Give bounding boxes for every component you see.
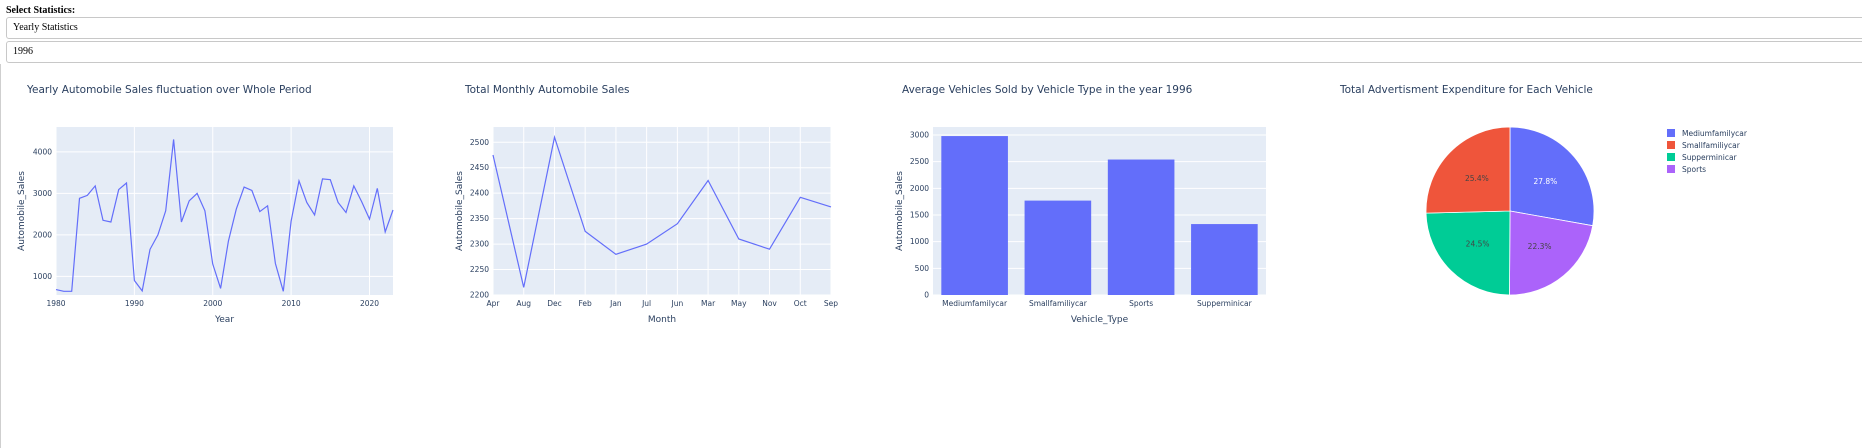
y-tick-label: 2000 <box>910 184 929 193</box>
y-axis-label: Automobile_Sales <box>455 171 465 251</box>
legend-swatch <box>1667 165 1675 173</box>
pie-slice <box>1425 210 1511 296</box>
x-tick-label: Mediumfamilycar <box>942 299 1008 308</box>
x-tick-label: Oct <box>794 299 807 308</box>
monthly-sales-panel: Total Monthly Automobile Sales Apr Aug Dec… <box>436 64 856 364</box>
x-tick-label: 2000 <box>203 299 222 308</box>
x-tick-label: Jan <box>609 299 622 308</box>
x-tick-label: 1980 <box>46 299 65 308</box>
year-dropdown[interactable]: 1996 <box>6 41 1862 63</box>
x-tick-label: 2010 <box>282 299 301 308</box>
x-tick-label: Apr <box>487 299 501 308</box>
y-tick-label: 2400 <box>470 189 489 198</box>
legend-swatch <box>1667 153 1675 161</box>
x-axis-label: Vehicle_Type <box>1071 315 1129 325</box>
y-tick-label: 3000 <box>910 131 929 140</box>
legend-swatch <box>1667 141 1675 149</box>
chart-title: Yearly Automobile Sales fluctuation over… <box>27 84 312 96</box>
statistic-type-dropdown[interactable]: Yearly Statistics <box>6 17 1862 39</box>
chart-title: Total Monthly Automobile Sales <box>465 84 630 96</box>
y-tick-label: 1000 <box>910 237 929 246</box>
legend-label: Sports <box>1682 165 1706 174</box>
y-tick-label: 2500 <box>910 157 929 166</box>
y-tick-label: 2500 <box>470 138 489 147</box>
y-tick-label: 2350 <box>470 214 489 223</box>
x-tick-label: Sep <box>824 299 838 308</box>
pie-slice <box>1509 210 1594 296</box>
x-tick-label: Jul <box>641 299 651 308</box>
x-tick-label: Dec <box>547 299 562 308</box>
yearly-sales-chart: 1980 1990 2000 2010 2020 1000 2000 3000 4000 Auto… <box>17 127 394 325</box>
x-tick-label: Smallfamiliycar <box>1029 299 1088 308</box>
y-tick-label: 0 <box>924 291 929 300</box>
legend-swatch <box>1667 129 1675 137</box>
y-tick-label: 1500 <box>910 211 929 220</box>
y-tick-label: 500 <box>915 264 930 273</box>
vehicle-type-panel: Average Vehicles Sold by Vehicle Type in… <box>872 64 1292 364</box>
x-tick-label: Nov <box>762 299 777 308</box>
legend-label: Supperminicar <box>1682 153 1738 162</box>
x-tick-label: May <box>731 299 747 308</box>
y-axis-label: Automobile_Sales <box>17 171 27 251</box>
x-tick-label: Feb <box>579 299 593 308</box>
y-tick-label: 2300 <box>470 240 489 249</box>
bar <box>1024 200 1092 295</box>
y-tick-label: 2450 <box>470 163 489 172</box>
y-tick-label: 2250 <box>470 265 489 274</box>
vehicle-type-chart: 0 500 1000 1500 2000 2500 3000 Automobile_Sales… <box>895 127 1266 325</box>
x-tick-label: 1990 <box>125 299 144 308</box>
bar <box>1191 224 1258 295</box>
y-tick-label: 2200 <box>470 291 489 300</box>
pie-slice <box>1425 126 1511 214</box>
statistics-label: Select Statistics: <box>6 5 76 16</box>
legend-label: Mediumfamilycar <box>1682 129 1748 138</box>
slice-label: 27.8% <box>1533 177 1557 186</box>
monthly-sales-chart: Apr Aug Dec Feb Jan Jul Jun Mar May Nov Oct Sep 2200… <box>455 127 838 325</box>
bar <box>1107 159 1175 295</box>
x-tick-label: Jun <box>671 299 684 308</box>
x-tick-label: 2020 <box>360 299 379 308</box>
x-tick-label: Sports <box>1129 299 1153 308</box>
slice-label: 24.5% <box>1466 240 1490 249</box>
chart-title: Total Advertisment Expenditure for Each … <box>1340 84 1593 96</box>
y-tick-label: 2000 <box>33 230 52 239</box>
slice-label: 25.4% <box>1465 174 1489 183</box>
y-tick-label: 4000 <box>33 147 52 156</box>
x-tick-label: Supperminicar <box>1197 299 1253 308</box>
yearly-sales-panel: Yearly Automobile Sales fluctuation over… <box>0 64 420 364</box>
chart-title: Average Vehicles Sold by Vehicle Type in… <box>902 84 1193 96</box>
y-tick-label: 3000 <box>33 189 52 198</box>
legend-label: Smallfamiliycar <box>1682 141 1741 150</box>
ad-expenditure-chart: 27.8% 22.3% 24.5% 25.4% Mediumfamilycar Small… <box>1425 126 1748 296</box>
bar <box>941 136 1008 295</box>
y-axis-label: Automobile_Sales <box>895 171 905 251</box>
x-tick-label: Aug <box>516 299 531 308</box>
x-axis-label: Year <box>214 315 234 325</box>
x-tick-label: Mar <box>701 299 716 308</box>
slice-label: 22.3% <box>1528 242 1552 251</box>
x-axis-label: Month <box>648 315 676 325</box>
y-tick-label: 1000 <box>33 272 52 281</box>
ad-expenditure-panel: Total Advertisment Expenditure for Each … <box>1310 64 1830 364</box>
